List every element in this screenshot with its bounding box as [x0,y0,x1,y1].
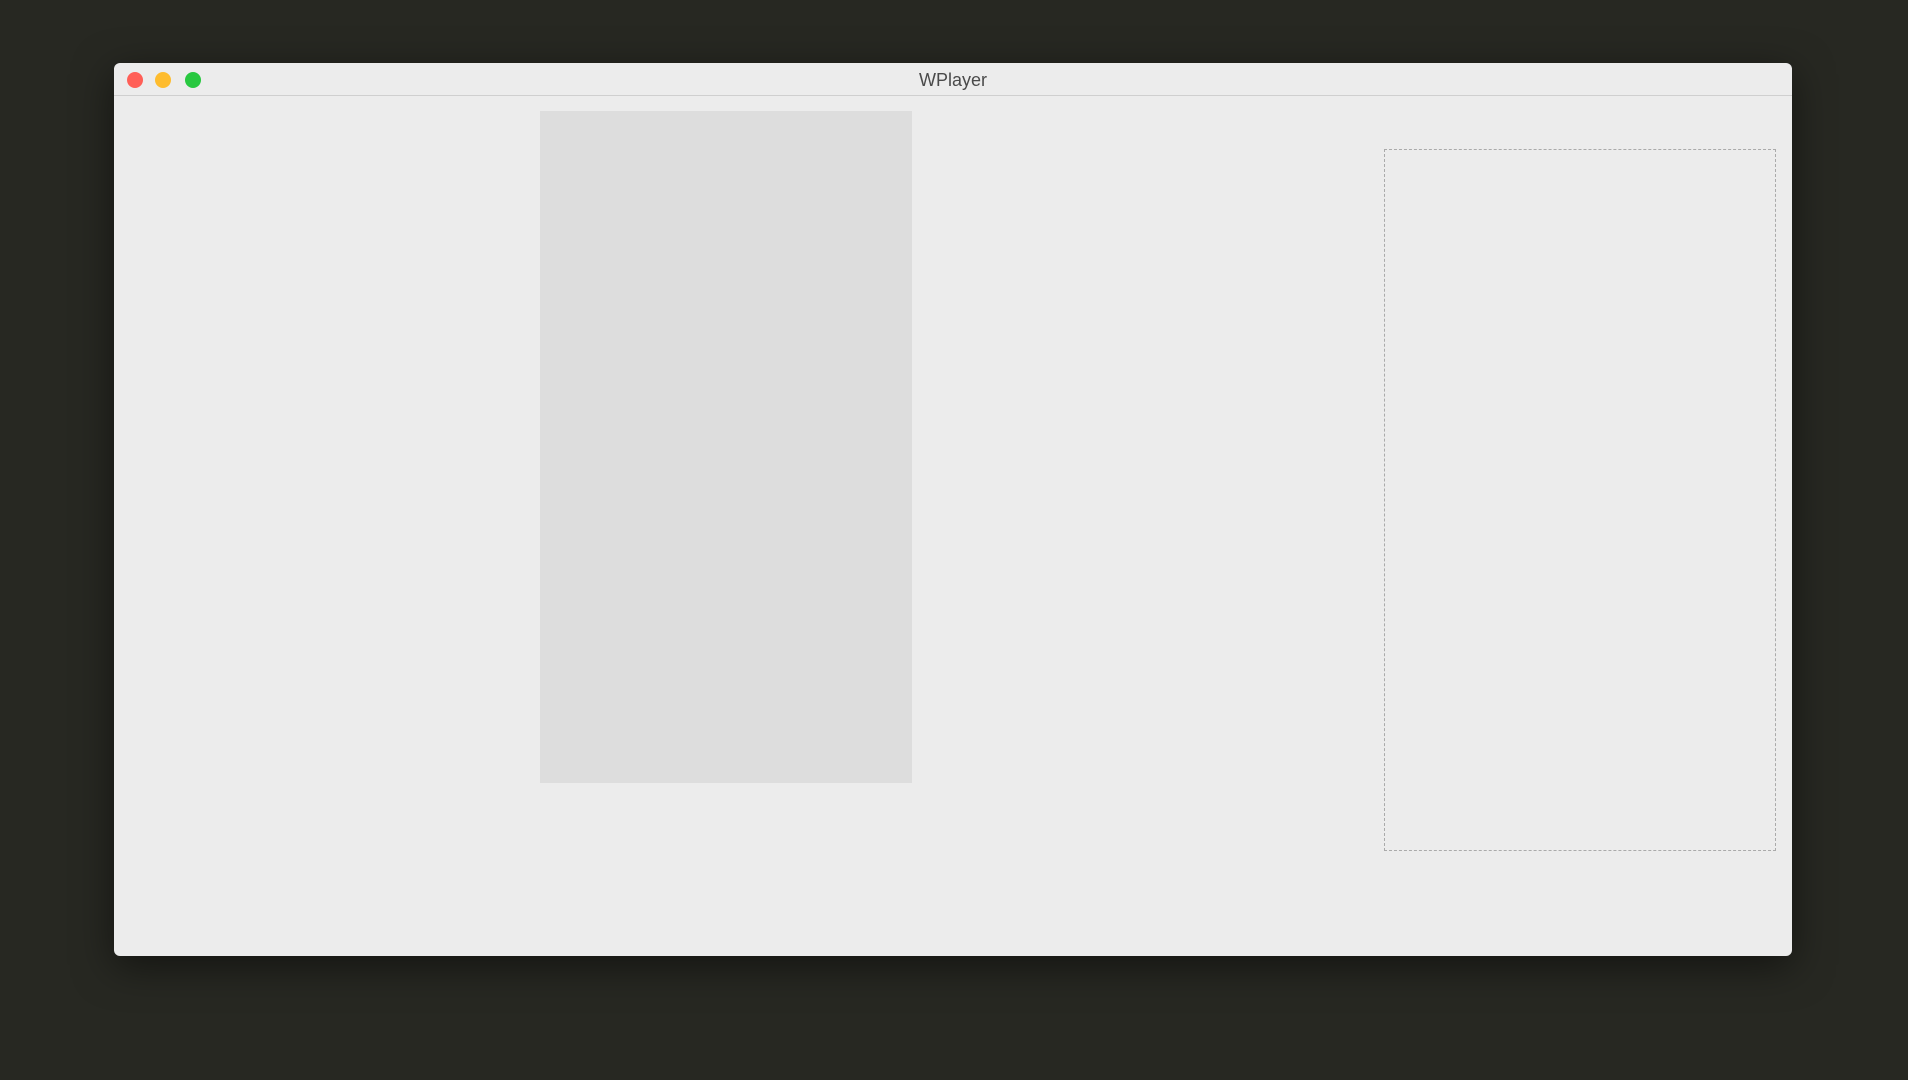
window-title: WPlayer [918,70,987,90]
title-bar: WPlayer [114,63,1792,96]
wplayer-window: WPlayer [114,63,1792,956]
controls-and-video-list [1384,149,1776,851]
video-frame [540,111,912,783]
